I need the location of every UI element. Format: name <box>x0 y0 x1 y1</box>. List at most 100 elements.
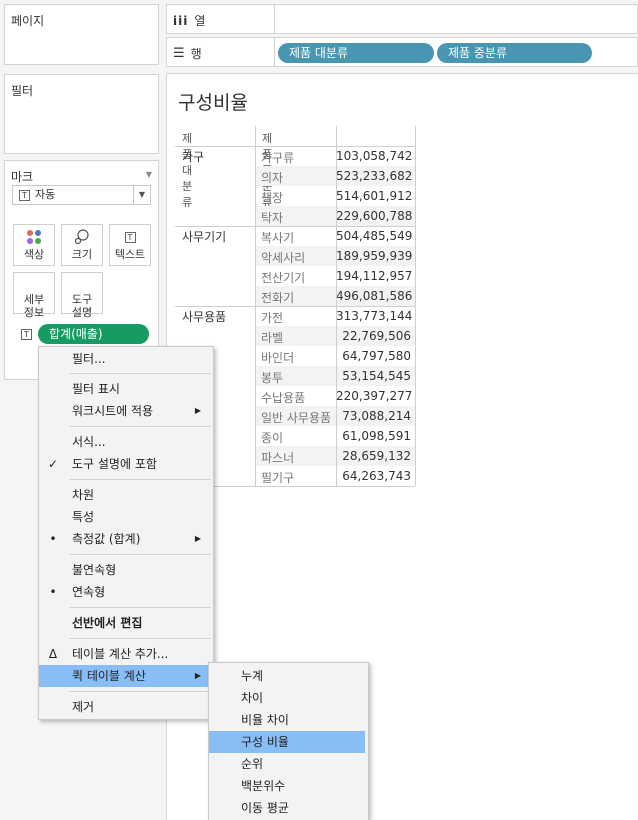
value-cell[interactable]: 64,797,580 <box>336 349 415 363</box>
col-divider <box>336 126 337 486</box>
value-cell[interactable]: 496,081,586 <box>336 289 415 303</box>
submenu-item-label: 차이 <box>241 691 264 705</box>
columns-icon: iii <box>173 13 189 28</box>
subcategory-cell[interactable]: 종이 <box>255 429 336 446</box>
menu-measure[interactable]: • 측정값 (합계) ▶ <box>39 528 213 550</box>
size-button[interactable]: 크기 <box>61 224 103 266</box>
menu-attribute[interactable]: 특성 <box>39 506 213 528</box>
submenu-arrow-icon: ▶ <box>194 671 201 680</box>
quick-table-calc-submenu: 누계차이비율 차이구성 비율순위백분위수이동 평균 <box>208 662 369 820</box>
filters-card[interactable]: 필터 <box>4 74 159 154</box>
value-cell[interactable]: 514,601,912 <box>336 189 415 203</box>
menu-edit-in-shelf[interactable]: 선반에서 편집 <box>39 612 213 634</box>
mark-type-value: 자동 <box>35 188 56 201</box>
category-cell[interactable]: 가구 <box>182 148 204 165</box>
rows-shelf[interactable]: ☰ 행 제품 대분류 제품 중분류 <box>166 37 638 67</box>
column-header[interactable]: 제품 대분류 <box>182 130 192 210</box>
menu-remove[interactable]: 제거 <box>39 696 213 718</box>
submenu-item-1[interactable]: 차이 <box>209 687 365 709</box>
marks-title: 마크 <box>11 170 34 184</box>
submenu-arrow-icon: ▶ <box>194 534 201 543</box>
sum-sales-pill[interactable]: 합계(매출) <box>38 324 149 344</box>
bullet-icon: • <box>49 532 57 546</box>
header-divider <box>175 146 415 147</box>
detail-label: 세부 정보 <box>23 293 45 319</box>
value-cell[interactable]: 523,233,682 <box>336 169 415 183</box>
submenu-item-label: 누계 <box>241 669 264 683</box>
menu-quick-table-calc[interactable]: 퀵 테이블 계산 ▶ <box>39 665 213 687</box>
category-cell[interactable]: 사무기기 <box>182 228 226 245</box>
submenu-item-label: 순위 <box>241 757 264 771</box>
tooltip-button[interactable]: 도구 설명 <box>61 272 103 319</box>
text-label: 텍스트 <box>114 248 146 261</box>
menu-continuous[interactable]: • 연속형 <box>39 581 213 603</box>
subcategory-cell[interactable]: 책장 <box>255 189 336 206</box>
subcategory-cell[interactable]: 전화기 <box>255 289 336 306</box>
value-cell[interactable]: 220,397,277 <box>336 389 415 403</box>
submenu-item-label: 구성 비율 <box>241 735 289 749</box>
subcategory-cell[interactable]: 봉투 <box>255 369 336 386</box>
subcategory-cell[interactable]: 복사기 <box>255 229 336 246</box>
menu-add-table-calc[interactable]: Δ 테이블 계산 추가... <box>39 643 213 665</box>
pages-title: 페이지 <box>11 14 45 28</box>
value-cell[interactable]: 28,659,132 <box>336 449 415 463</box>
category-cell[interactable]: 사무용품 <box>182 308 226 325</box>
tooltip-label: 도구 설명 <box>71 293 93 319</box>
menu-dimension[interactable]: 차원 <box>39 484 213 506</box>
submenu-item-4[interactable]: 순위 <box>209 753 365 775</box>
menu-format[interactable]: 서식... <box>39 431 213 453</box>
subcategory-cell[interactable]: 파스너 <box>255 449 336 466</box>
columns-label-wrap: iii 열 <box>173 12 205 29</box>
subcategory-cell[interactable]: 가전 <box>255 309 336 326</box>
submenu-item-6[interactable]: 이동 평균 <box>209 797 365 819</box>
value-cell[interactable]: 103,058,742 <box>336 149 415 163</box>
rows-label-wrap: ☰ 행 <box>173 45 202 62</box>
submenu-item-0[interactable]: 누계 <box>209 665 365 687</box>
value-cell[interactable]: 64,263,743 <box>336 469 415 483</box>
menu-include-in-tooltip[interactable]: ✓ 도구 설명에 포함 <box>39 453 213 475</box>
submenu-arrow-icon: ▶ <box>194 406 201 415</box>
detail-button[interactable]: 세부 정보 <box>13 272 55 319</box>
value-cell[interactable]: 194,112,957 <box>336 269 415 283</box>
value-cell[interactable]: 504,485,549 <box>336 229 415 243</box>
subcategory-cell[interactable]: 악세사리 <box>255 249 336 266</box>
mark-type-dropdown[interactable]: T 자동 ▼ <box>12 185 151 205</box>
size-label: 크기 <box>71 248 93 261</box>
value-cell[interactable]: 22,769,506 <box>336 329 415 343</box>
submenu-item-3[interactable]: 구성 비율 <box>209 731 365 753</box>
subcategory-cell[interactable]: 가구류 <box>255 149 336 166</box>
menu-discrete[interactable]: 불연속형 <box>39 559 213 581</box>
subcategory-cell[interactable]: 탁자 <box>255 209 336 226</box>
value-cell[interactable]: 189,959,939 <box>336 249 415 263</box>
menu-apply-to-worksheets[interactable]: 워크시트에 적용 ▶ <box>39 400 213 422</box>
value-cell[interactable]: 73,088,214 <box>336 409 415 423</box>
subcategory-cell[interactable]: 라벨 <box>255 329 336 346</box>
col-divider <box>255 126 256 486</box>
subcategory-cell[interactable]: 일반 사무용품 <box>255 409 336 426</box>
text-icon: T <box>110 229 150 248</box>
row-pill-category[interactable]: 제품 대분류 <box>278 43 434 63</box>
subcategory-cell[interactable]: 필기구 <box>255 469 336 486</box>
view-title: 구성비율 <box>178 92 248 114</box>
columns-shelf[interactable]: iii 열 <box>166 4 638 34</box>
value-cell[interactable]: 53,154,545 <box>336 369 415 383</box>
value-cell[interactable]: 313,773,144 <box>336 309 415 323</box>
value-cell[interactable]: 229,600,788 <box>336 209 415 223</box>
subcategory-cell[interactable]: 바인더 <box>255 349 336 366</box>
row-pill-subcategory[interactable]: 제품 중분류 <box>437 43 592 63</box>
color-button[interactable]: 색상 <box>13 224 55 266</box>
marks-card-collapse-icon[interactable]: ▼ <box>146 170 152 179</box>
submenu-item-label: 비율 차이 <box>241 713 289 727</box>
value-cell[interactable]: 61,098,591 <box>336 429 415 443</box>
subcategory-cell[interactable]: 전산기기 <box>255 269 336 286</box>
subcategory-cell[interactable]: 수납용품 <box>255 389 336 406</box>
menu-show-filter[interactable]: 필터 표시 <box>39 378 213 400</box>
text-button[interactable]: T 텍스트 <box>109 224 151 266</box>
color-label: 색상 <box>23 248 45 261</box>
subcategory-cell[interactable]: 의자 <box>255 169 336 186</box>
submenu-item-5[interactable]: 백분위수 <box>209 775 365 797</box>
submenu-item-label: 백분위수 <box>241 779 286 793</box>
menu-filter[interactable]: 필터... <box>39 348 213 370</box>
columns-label: 열 <box>194 14 206 28</box>
submenu-item-2[interactable]: 비율 차이 <box>209 709 365 731</box>
